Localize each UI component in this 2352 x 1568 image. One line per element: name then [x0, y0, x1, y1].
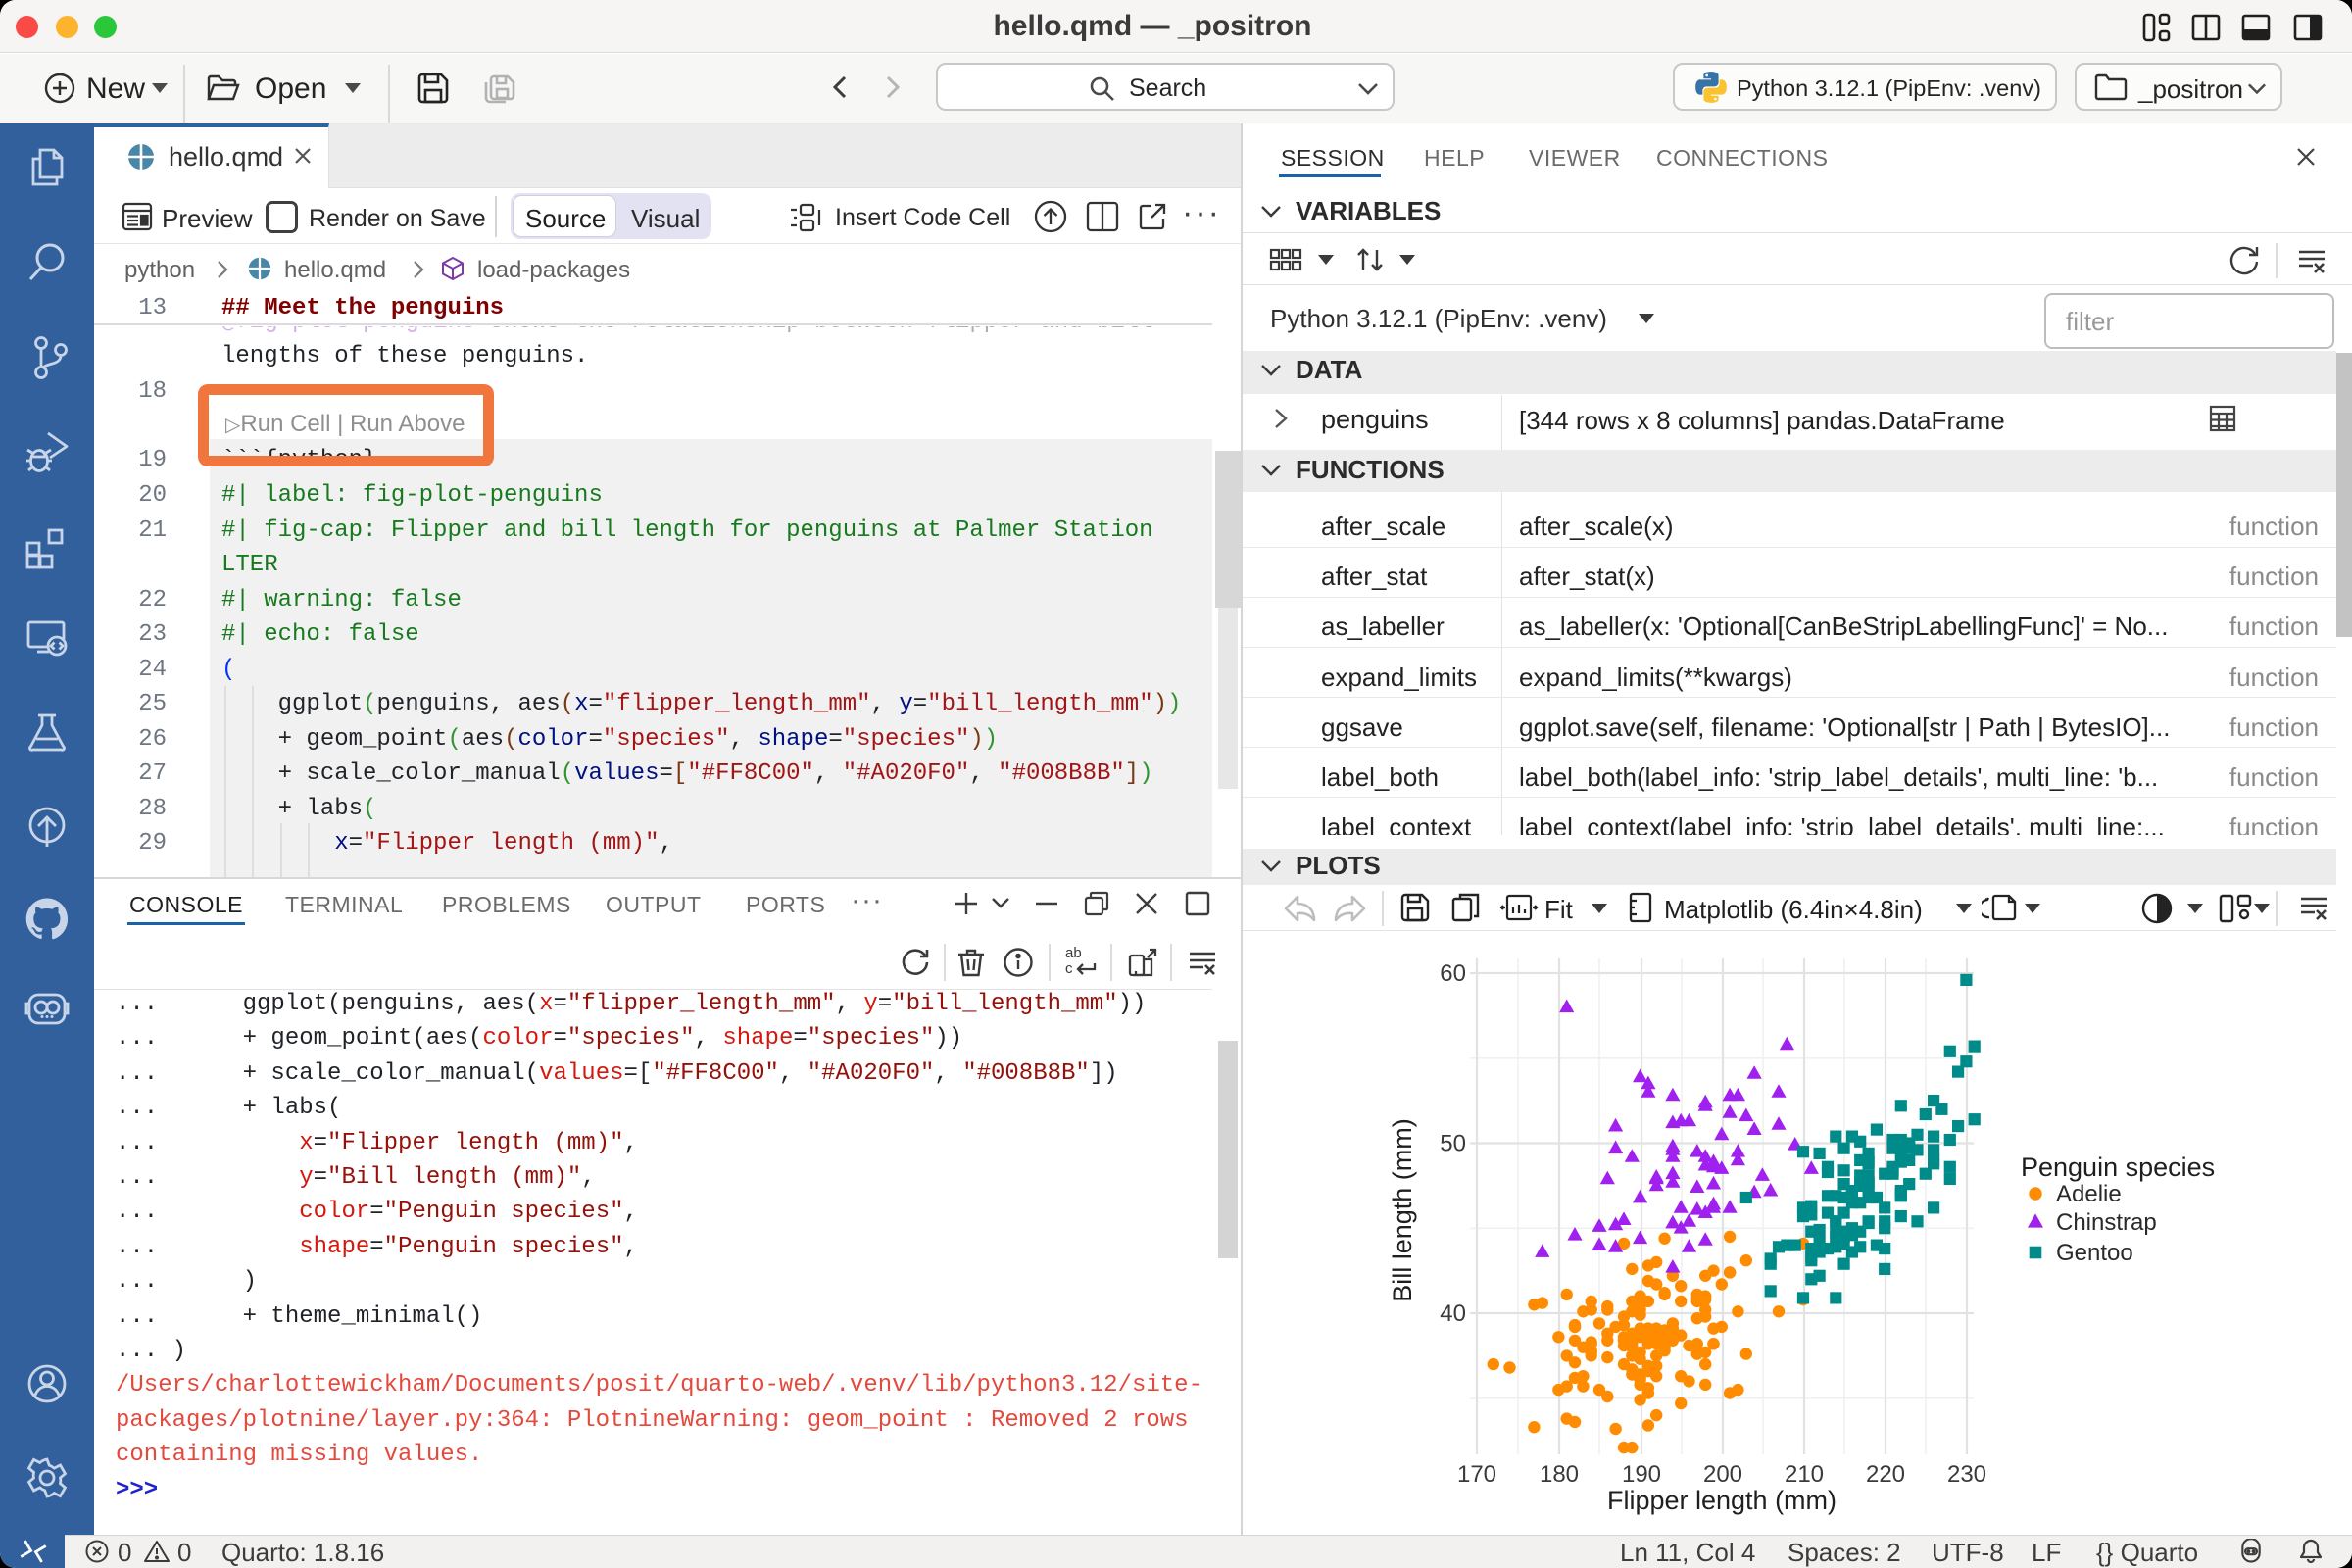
- svg-text:190: 190: [1622, 1461, 1661, 1488]
- svg-text:Bill length (mm): Bill length (mm): [1388, 1118, 1417, 1302]
- svg-text:180: 180: [1540, 1461, 1579, 1488]
- svg-text:Chinstrap: Chinstrap: [2056, 1209, 2157, 1236]
- svg-text:40: 40: [1440, 1300, 1466, 1327]
- svg-text:Flipper length (mm): Flipper length (mm): [1607, 1486, 1837, 1515]
- svg-text:170: 170: [1457, 1461, 1496, 1488]
- svg-text:c: c: [1065, 960, 1073, 977]
- svg-text:220: 220: [1866, 1461, 1905, 1488]
- svg-text:ab: ab: [1065, 945, 1082, 961]
- svg-text:Gentoo: Gentoo: [2056, 1240, 2133, 1266]
- svg-text:230: 230: [1947, 1461, 1986, 1488]
- svg-text:Penguin species: Penguin species: [2021, 1152, 2215, 1182]
- svg-text:210: 210: [1785, 1461, 1824, 1488]
- svg-text:Adelie: Adelie: [2056, 1181, 2122, 1207]
- svg-text:60: 60: [1440, 960, 1466, 987]
- svg-text:200: 200: [1703, 1461, 1742, 1488]
- svg-text:50: 50: [1440, 1131, 1466, 1157]
